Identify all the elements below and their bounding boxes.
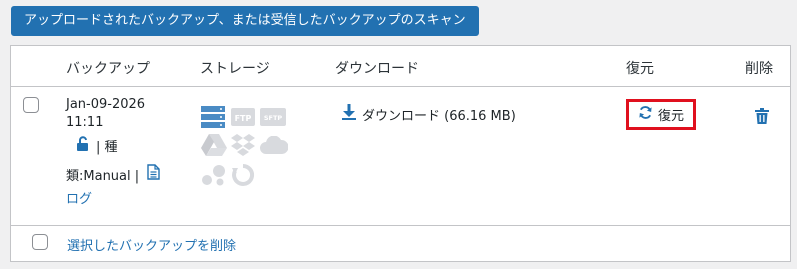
select-all-checkbox[interactable] xyxy=(32,234,48,250)
cloud-icon xyxy=(260,135,289,158)
backup-type-value-line: 類:Manual | xyxy=(66,164,160,184)
download-label: ダウンロード (66.16 MB) xyxy=(362,108,516,124)
header-backup: バックアップ xyxy=(66,61,150,77)
sftp-icon: SFTP xyxy=(260,108,286,130)
restore-button[interactable]: 復元 xyxy=(626,99,696,130)
download-arrow-icon xyxy=(342,104,356,124)
log-link[interactable]: ログ xyxy=(66,188,92,207)
dropbox-icon xyxy=(231,134,255,160)
download-link[interactable]: ダウンロード (66.16 MB) xyxy=(342,104,516,124)
unlock-icon[interactable] xyxy=(76,136,90,155)
trash-icon[interactable] xyxy=(755,108,769,128)
delete-selected-link[interactable]: 選択したバックアップを削除 xyxy=(67,235,236,254)
server-icon xyxy=(201,106,225,132)
refresh-icon xyxy=(638,105,653,124)
svg-text:SFTP: SFTP xyxy=(264,114,283,122)
backblaze-icon xyxy=(231,163,255,191)
ftp-icon: FTP xyxy=(231,108,255,130)
backup-type-line: | 種 xyxy=(76,136,118,155)
document-icon[interactable] xyxy=(147,164,160,184)
header-divider xyxy=(11,86,790,87)
s3-icon xyxy=(201,164,227,190)
header-download: ダウンロード xyxy=(335,61,419,77)
restore-label: 復元 xyxy=(657,109,684,124)
google-drive-icon xyxy=(201,134,227,160)
scan-backups-button[interactable]: アップロードされたバックアップ、または受信したバックアップのスキャン xyxy=(11,6,479,36)
svg-text:FTP: FTP xyxy=(235,114,252,123)
backup-date: Jan-09-2026 xyxy=(66,97,146,112)
backup-time: 11:11 xyxy=(66,115,104,130)
backup-type-value: 類:Manual | xyxy=(66,168,140,184)
backup-type-prefix: | 種 xyxy=(96,140,118,155)
header-delete: 削除 xyxy=(745,61,773,77)
row-select-checkbox[interactable] xyxy=(23,97,39,113)
header-storage: ストレージ xyxy=(200,61,270,77)
header-restore: 復元 xyxy=(626,61,654,77)
backups-table: バックアップ ストレージ ダウンロード 復元 削除 Jan-09-2026 11… xyxy=(10,45,791,262)
footer-divider xyxy=(11,225,790,226)
